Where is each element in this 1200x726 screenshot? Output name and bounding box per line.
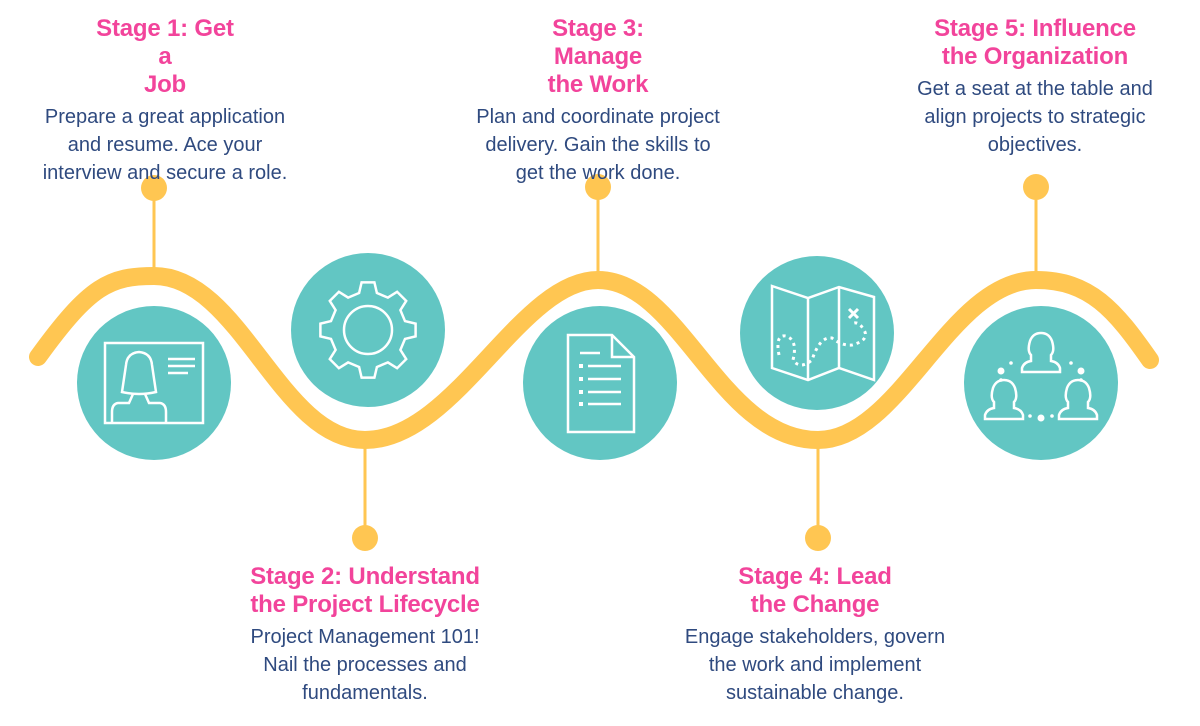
stage-3-circle bbox=[523, 306, 677, 460]
stage-5-circle bbox=[964, 306, 1118, 460]
stage-4-title: Stage 4: Lead the Change bbox=[665, 563, 965, 619]
stage-3-description: Plan and coordinate project delivery. Ga… bbox=[448, 103, 748, 187]
stage-4-desc-line: sustainable change. bbox=[726, 682, 904, 704]
stage-5-desc-line: objectives. bbox=[987, 134, 1083, 156]
stage-2-desc-line: fundamentals. bbox=[302, 682, 428, 704]
stage-2-dot bbox=[352, 525, 378, 551]
stage-5-desc-line: Get a seat at the table and bbox=[917, 78, 1153, 100]
stage-2-description: Project Management 101! Nail the process… bbox=[215, 623, 515, 707]
stage-1-desc-line: Prepare a great application bbox=[44, 106, 286, 128]
stage-3-text: Stage 3: Manage the Work Plan and coordi… bbox=[448, 15, 748, 187]
stage-4-dot bbox=[805, 525, 831, 551]
stage-2-text: Stage 2: Understand the Project Lifecycl… bbox=[215, 563, 515, 707]
stage-5-text: Stage 5: Influence the Organization Get … bbox=[885, 15, 1185, 159]
stage-3-title: Stage 3: Manage the Work bbox=[448, 15, 748, 99]
stage-4-text: Stage 4: Lead the Change Engage stakehol… bbox=[665, 563, 965, 707]
connector-stage-4 bbox=[805, 444, 831, 551]
stage-3-title-line: Stage 3: Manage bbox=[552, 15, 644, 70]
stage-4-desc-line: the work and implement bbox=[708, 654, 922, 676]
stage-5-title: Stage 5: Influence the Organization bbox=[885, 15, 1185, 71]
stage-2-title: Stage 2: Understand the Project Lifecycl… bbox=[215, 563, 515, 619]
stage-4-description: Engage stakeholders, govern the work and… bbox=[665, 623, 965, 707]
stage-1-description: Prepare a great application and resume. … bbox=[15, 103, 315, 187]
stage-5-desc-line: align projects to strategic bbox=[924, 106, 1146, 128]
stage-4-desc-line: Engage stakeholders, govern bbox=[684, 626, 946, 648]
connector-stage-1 bbox=[141, 175, 167, 272]
stage-3-desc-line: get the work done. bbox=[515, 162, 681, 184]
stage-5-title-line: the Organization bbox=[941, 43, 1129, 70]
stage-5-description: Get a seat at the table and align projec… bbox=[885, 75, 1185, 159]
stage-2-title-line: Stage 2: Understand bbox=[250, 563, 480, 590]
stage-3-title-line: the Work bbox=[547, 71, 649, 98]
stage-1-title-line: Job bbox=[143, 71, 187, 98]
stage-4-title-line: Stage 4: Lead bbox=[738, 563, 892, 590]
stage-2-desc-line: Project Management 101! bbox=[250, 626, 480, 648]
stage-3-desc-line: Plan and coordinate project bbox=[476, 106, 720, 128]
stage-1-desc-line: interview and secure a role. bbox=[42, 162, 288, 184]
connector-stage-3 bbox=[585, 174, 611, 276]
stage-5-title-line: Stage 5: Influence bbox=[934, 15, 1136, 42]
connector-stage-5 bbox=[1023, 174, 1049, 276]
stage-1-title: Stage 1: Get a Job bbox=[15, 15, 315, 99]
stage-2-desc-line: Nail the processes and bbox=[263, 654, 467, 676]
stage-1-title-line: Stage 1: Get a bbox=[96, 15, 234, 70]
stage-1-circle bbox=[77, 306, 231, 460]
connector-stage-2 bbox=[352, 444, 378, 551]
stage-5-dot bbox=[1023, 174, 1049, 200]
stage-2-circle bbox=[291, 253, 445, 407]
stage-2-title-line: the Project Lifecycle bbox=[250, 591, 480, 618]
stage-4-title-line: the Change bbox=[750, 591, 880, 618]
stage-1-desc-line: and resume. Ace your bbox=[67, 134, 263, 156]
stage-4-circle bbox=[740, 256, 894, 410]
stage-1-text: Stage 1: Get a Job Prepare a great appli… bbox=[15, 15, 315, 187]
stage-3-desc-line: delivery. Gain the skills to bbox=[485, 134, 711, 156]
